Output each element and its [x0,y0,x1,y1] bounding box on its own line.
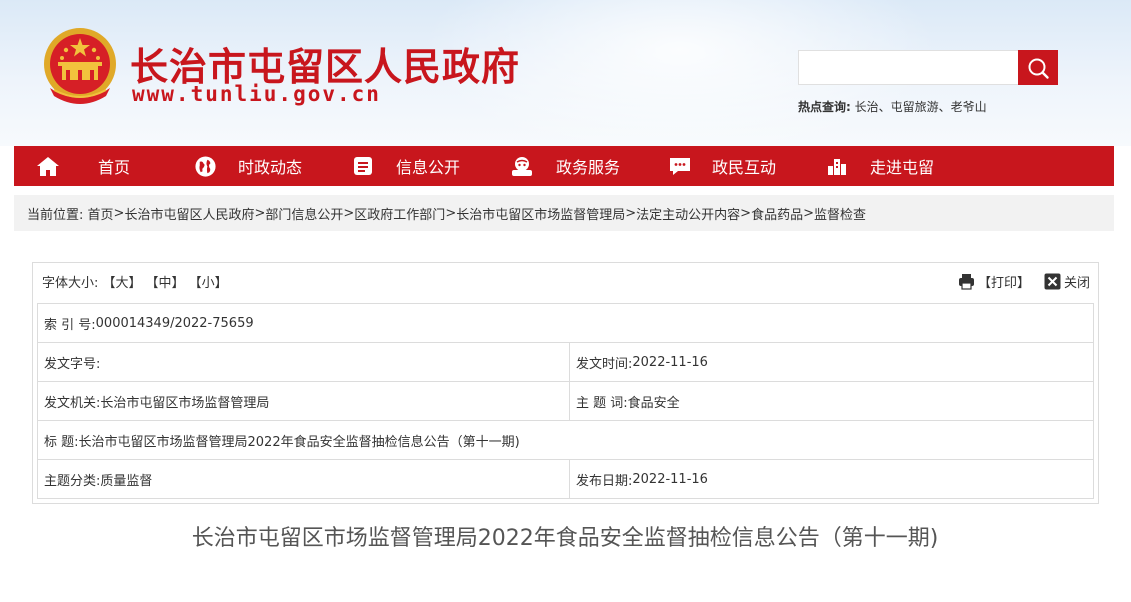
nav-item-news[interactable]: 时政动态 [194,146,302,186]
close-label: 关闭 [1063,275,1090,291]
issue-time-label: 发文时间: [576,356,633,372]
font-size-controls: 字体大小: 【大】 【中】 【小】 [33,263,232,299]
document-info-table: 字体大小: 【大】 【中】 【小】 【打印】 关闭 索 引 号: 0000143… [32,262,1099,504]
hot-search-label: 热点查询: [798,100,851,114]
city-icon [828,159,846,175]
breadcrumb-item-public-content[interactable]: 法定主动公开内容 [636,204,740,223]
breadcrumb-separator: > [254,205,266,221]
print-label: 【打印】 [977,275,1030,291]
font-medium-link[interactable]: 【中】 [146,272,185,291]
index-value: 000014349/2022-75659 [95,315,254,331]
site-header: 长治市屯留区人民政府 www.tunliu.gov.cn 热点查询: 长治、屯留… [0,0,1131,146]
printer-icon [958,273,974,290]
breadcrumb-separator: > [343,205,355,221]
breadcrumb-item-food-drug[interactable]: 食品药品 [751,204,803,223]
home-icon [37,157,59,176]
breadcrumb-separator: > [113,205,125,221]
info-rows: 索 引 号: 000014349/2022-75659 发文字号: 发文时间: … [37,303,1094,499]
issuer-label: 发文机关: [44,395,101,411]
print-button[interactable]: 【打印】 [958,272,1030,291]
issue-time-value: 2022-11-16 [632,354,708,370]
main-nav: 首页 时政动态 信息公开 政务服务 政民互动 走进屯留 [14,146,1114,186]
nav-label-interaction: 政民互动 [712,158,777,177]
font-size-label: 字体大小: [42,275,99,291]
breadcrumb-item-market-bureau[interactable]: 长治市屯留区市场监督管理局 [456,204,625,223]
info-row-title: 标 题: 长治市屯留区市场监督管理局2022年食品安全监督抽检信息公告（第十一期… [37,421,1094,460]
breadcrumb-separator: > [803,205,814,221]
hot-search-links[interactable]: 长治、屯留旅游、老爷山 [855,100,987,114]
issuer-value: 长治市屯留区市场监督管理局 [100,395,270,411]
nav-label-home: 首页 [98,158,131,177]
publish-date-value: 2022-11-16 [632,471,708,487]
info-row-doc-no: 发文字号: 发文时间: 2022-11-16 [37,343,1094,382]
breadcrumb-separator: > [445,205,457,221]
search-button[interactable] [1018,50,1058,85]
font-small-link[interactable]: 【小】 [189,272,228,291]
breadcrumb-separator: > [625,205,637,221]
subject-label: 主 题 词: [576,395,628,411]
breadcrumb: 当前位置: 首页 > 长治市屯留区人民政府 > 部门信息公开 > 区政府工作部门… [14,195,1114,231]
publish-date-label: 发布日期: [576,473,633,489]
close-button[interactable]: 关闭 [1044,272,1090,291]
category-label: 主题分类: [44,473,101,489]
breadcrumb-item-inspection[interactable]: 监督检查 [814,204,866,223]
breadcrumb-item-home[interactable]: 首页 [88,204,114,223]
site-url[interactable]: www.tunliu.gov.cn [132,82,381,106]
document-title: 长治市屯留区市场监督管理局2022年食品安全监督抽检信息公告（第十一期) [191,526,939,551]
info-row-issuer: 发文机关: 长治市屯留区市场监督管理局 主 题 词: 食品安全 [37,382,1094,421]
title-label: 标 题: [44,434,79,450]
info-row-category: 主题分类: 质量监督 发布日期: 2022-11-16 [37,460,1094,499]
nav-label-about: 走进屯留 [870,158,935,177]
breadcrumb-item-dept-info[interactable]: 部门信息公开 [265,204,343,223]
nav-item-info[interactable]: 信息公开 [352,146,460,186]
subject-value: 食品安全 [627,395,680,411]
nav-label-service: 政务服务 [556,158,621,177]
toolbar-row: 字体大小: 【大】 【中】 【小】 【打印】 关闭 [33,263,1098,299]
font-large-link[interactable]: 【大】 [103,272,142,291]
hot-search: 热点查询: 长治、屯留旅游、老爷山 [798,98,987,115]
chat-icon [670,158,690,175]
globe-icon [195,155,216,177]
breadcrumb-item-gov[interactable]: 长治市屯留区人民政府 [124,204,254,223]
service-icon [512,157,532,176]
document-icon [354,157,372,175]
breadcrumb-separator: > [740,205,752,221]
close-icon [1044,273,1061,289]
nav-item-home[interactable]: 首页 [36,146,130,186]
nav-item-service[interactable]: 政务服务 [510,146,620,186]
search-icon [1028,58,1049,79]
index-label: 索 引 号: [44,317,96,333]
breadcrumb-item-work-dept[interactable]: 区政府工作部门 [354,204,445,223]
search-input[interactable] [798,50,1019,85]
national-emblem-icon[interactable] [40,26,120,108]
title-value: 长治市屯留区市场监督管理局2022年食品安全监督抽检信息公告（第十一期) [78,434,520,450]
breadcrumb-label: 当前位置: [27,207,84,223]
info-row-index: 索 引 号: 000014349/2022-75659 [37,304,1094,343]
nav-item-interaction[interactable]: 政民互动 [668,146,776,186]
doc-no-label: 发文字号: [44,356,101,372]
nav-item-about[interactable]: 走进屯留 [826,146,934,186]
category-value: 质量监督 [100,473,153,489]
page-tools: 【打印】 关闭 [944,263,1098,299]
nav-label-news: 时政动态 [238,158,303,177]
nav-label-info: 信息公开 [396,158,461,177]
